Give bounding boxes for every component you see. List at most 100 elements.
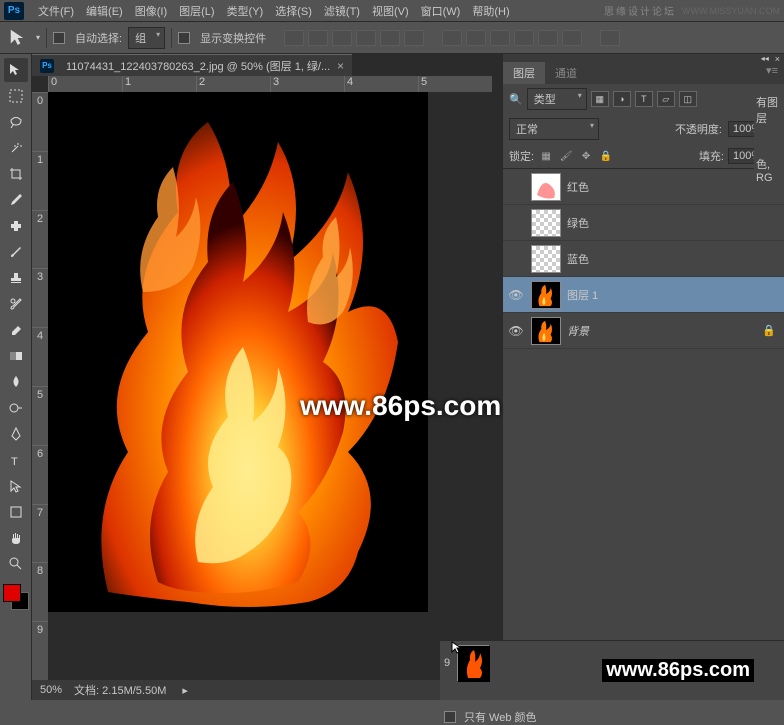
menu-filter[interactable]: 滤镜(T) <box>318 1 366 21</box>
align-hcenter-button[interactable] <box>380 30 400 46</box>
blend-mode-dropdown[interactable]: 正常 <box>509 118 599 140</box>
menu-file[interactable]: 文件(F) <box>32 1 80 21</box>
crop-tool[interactable] <box>4 162 28 186</box>
layer-name[interactable]: 绿色 <box>567 215 780 231</box>
layer-name[interactable]: 蓝色 <box>567 251 780 267</box>
move-tool[interactable] <box>4 58 28 82</box>
distribute-left-button[interactable] <box>514 30 534 46</box>
distribute-top-button[interactable] <box>442 30 462 46</box>
lock-all-icon[interactable]: 🔒 <box>598 149 614 163</box>
lasso-tool[interactable] <box>4 110 28 134</box>
foreground-color[interactable] <box>3 584 21 602</box>
hand-tool[interactable] <box>4 526 28 550</box>
layer-thumbnail[interactable] <box>531 317 561 345</box>
document-tab[interactable]: Ps 11074431_122403780263_2.jpg @ 50% (图层… <box>32 54 352 76</box>
visibility-toggle[interactable] <box>507 250 525 268</box>
lock-icon: 🔒 <box>762 324 776 337</box>
panel-collapse-icon[interactable]: ◂◂ <box>761 54 769 62</box>
chevron-right-icon[interactable]: ▸ <box>182 684 188 697</box>
blur-tool[interactable] <box>4 370 28 394</box>
history-brush-tool[interactable] <box>4 292 28 316</box>
menu-help[interactable]: 帮助(H) <box>466 1 515 21</box>
web-only-checkbox[interactable] <box>444 711 456 723</box>
tab-layers[interactable]: 图层 <box>503 62 545 84</box>
menu-window[interactable]: 窗口(W) <box>415 1 467 21</box>
menu-type[interactable]: 类型(Y) <box>221 1 270 21</box>
arrange-button[interactable] <box>600 30 620 46</box>
panel-menu-icon[interactable]: ▾≡ <box>760 62 784 84</box>
layer-row-blue[interactable]: 蓝色 <box>503 241 784 277</box>
close-icon[interactable]: × <box>337 59 344 73</box>
distribute-hcenter-button[interactable] <box>538 30 558 46</box>
distribute-right-button[interactable] <box>562 30 582 46</box>
tab-channels[interactable]: 通道 <box>545 62 587 84</box>
filter-adjust-icon[interactable]: ◑ <box>613 91 631 107</box>
layer-row-background[interactable]: 👁 背景 🔒 <box>503 313 784 349</box>
layer-row-layer1[interactable]: 👁 图层 1 <box>503 277 784 313</box>
distribute-vcenter-button[interactable] <box>466 30 486 46</box>
lock-position-icon[interactable]: ✥ <box>578 149 594 163</box>
healing-tool[interactable] <box>4 214 28 238</box>
lock-transparency-icon[interactable]: ▦ <box>538 149 554 163</box>
brand-url: WWW.MISSYUAN.COM <box>682 6 780 16</box>
filter-smart-icon[interactable]: ◫ <box>679 91 697 107</box>
menu-view[interactable]: 视图(V) <box>366 1 415 21</box>
layer-row-red[interactable]: 红色 <box>503 169 784 205</box>
visibility-toggle[interactable]: 👁 <box>507 286 525 304</box>
panel-close-icon[interactable]: × <box>775 54 780 62</box>
align-top-button[interactable] <box>284 30 304 46</box>
eyedropper-tool[interactable] <box>4 188 28 212</box>
zoom-tool[interactable] <box>4 552 28 576</box>
filter-pixel-icon[interactable]: ▦ <box>591 91 609 107</box>
watermark: www.86ps.com <box>300 390 501 422</box>
stamp-tool[interactable] <box>4 266 28 290</box>
auto-select-checkbox[interactable] <box>53 32 65 44</box>
filter-shape-icon[interactable]: ▱ <box>657 91 675 107</box>
align-bottom-button[interactable] <box>332 30 352 46</box>
distribute-bottom-button[interactable] <box>490 30 510 46</box>
path-select-tool[interactable] <box>4 474 28 498</box>
layer-name[interactable]: 红色 <box>567 179 780 195</box>
menu-layer[interactable]: 图层(L) <box>173 1 220 21</box>
menu-edit[interactable]: 编辑(E) <box>80 1 129 21</box>
brush-tool[interactable] <box>4 240 28 264</box>
eraser-tool[interactable] <box>4 318 28 342</box>
layer-list: 红色 绿色 蓝色 👁 图层 1 👁 <box>503 169 784 678</box>
show-transform-checkbox[interactable] <box>178 32 190 44</box>
gradient-tool[interactable] <box>4 344 28 368</box>
color-swatches[interactable] <box>3 584 29 610</box>
layer-thumbnail[interactable] <box>531 209 561 237</box>
doc-icon: Ps <box>40 59 54 73</box>
shape-tool[interactable] <box>4 500 28 524</box>
pen-tool[interactable] <box>4 422 28 446</box>
align-right-button[interactable] <box>404 30 424 46</box>
layer-thumbnail[interactable] <box>531 245 561 273</box>
layer-row-green[interactable]: 绿色 <box>503 205 784 241</box>
dodge-tool[interactable] <box>4 396 28 420</box>
layer-thumbnail[interactable] <box>531 173 561 201</box>
visibility-toggle[interactable] <box>507 178 525 196</box>
filter-kind-dropdown[interactable]: 类型 <box>527 88 587 110</box>
layer-name[interactable]: 图层 1 <box>567 287 780 303</box>
lock-pixels-icon[interactable]: 🖌 <box>558 149 574 163</box>
align-left-button[interactable] <box>356 30 376 46</box>
marquee-tool[interactable] <box>4 84 28 108</box>
menu-select[interactable]: 选择(S) <box>269 1 318 21</box>
layer-thumbnail[interactable] <box>531 281 561 309</box>
search-icon: 🔍 <box>509 93 523 106</box>
chevron-down-icon[interactable]: ▾ <box>36 33 40 42</box>
zoom-level[interactable]: 50% <box>40 684 62 696</box>
toolbar: T <box>0 54 32 700</box>
menu-image[interactable]: 图像(I) <box>129 1 173 21</box>
filter-type-icon[interactable]: T <box>635 91 653 107</box>
auto-select-dropdown[interactable]: 组 <box>128 27 165 49</box>
separator <box>46 28 47 48</box>
visibility-toggle[interactable]: 👁 <box>507 322 525 340</box>
layer-name[interactable]: 背景 <box>567 323 756 339</box>
vertical-ruler: 0123456789 <box>32 92 48 680</box>
canvas[interactable] <box>48 92 428 612</box>
type-tool[interactable]: T <box>4 448 28 472</box>
align-vcenter-button[interactable] <box>308 30 328 46</box>
visibility-toggle[interactable] <box>507 214 525 232</box>
magic-wand-tool[interactable] <box>4 136 28 160</box>
